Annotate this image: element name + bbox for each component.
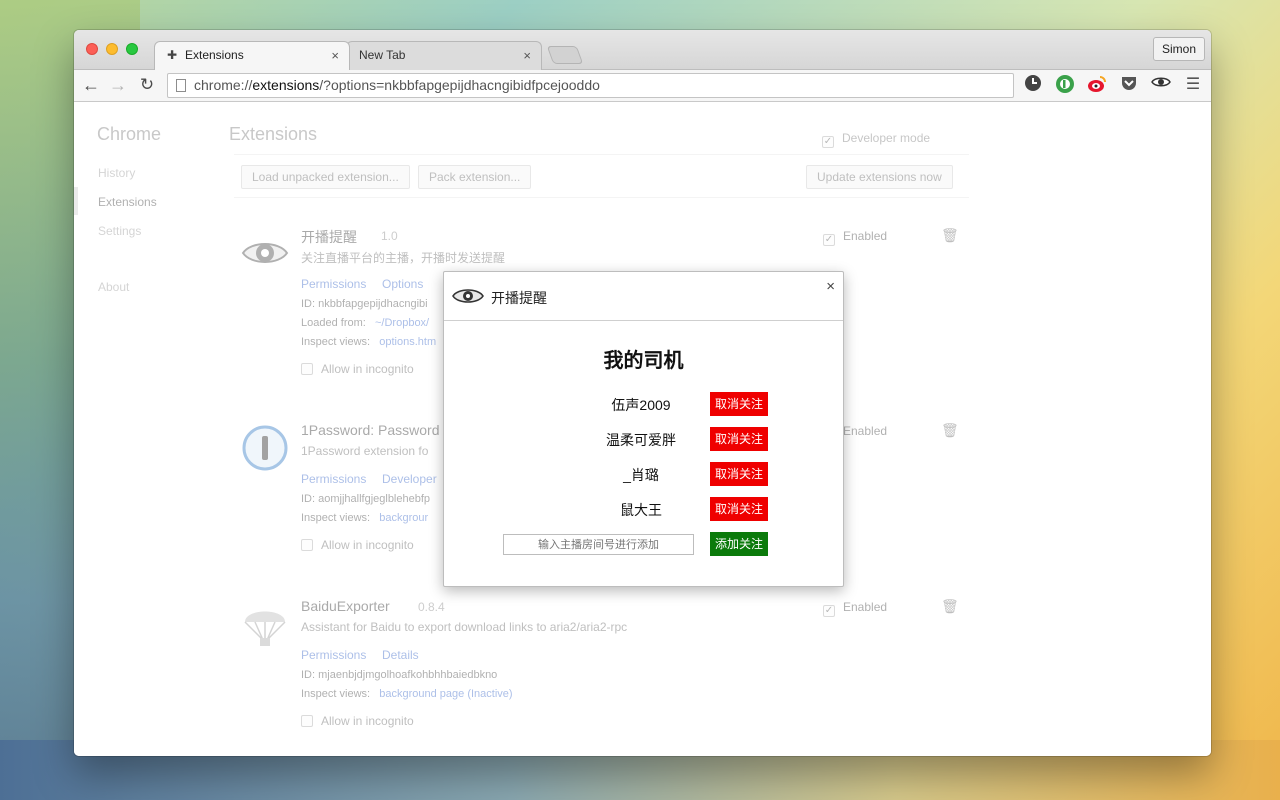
extension-version: 1.0 [381, 229, 398, 243]
tab-new-tab[interactable]: New Tab × [346, 41, 542, 70]
clock-icon[interactable] [1022, 74, 1044, 96]
dialog-heading: 我的司机 [603, 350, 684, 372]
profile-button[interactable]: Simon [1152, 37, 1205, 61]
load-unpacked-button[interactable]: Load unpacked extension... [241, 165, 410, 189]
trash-icon[interactable]: 🗑 [941, 422, 959, 439]
forward-arrow-icon[interactable]: → [107, 74, 129, 96]
parachute-icon [244, 611, 286, 646]
options-link[interactable]: Options [382, 277, 423, 291]
inspect-views: Inspect views: options.htm [301, 336, 437, 348]
eye-icon [241, 243, 289, 263]
back-arrow-icon[interactable]: ← [80, 74, 102, 96]
tab-close-button[interactable]: × [331, 42, 339, 69]
sidebar-item-about[interactable]: About [98, 280, 129, 294]
streamer-name: 伍声2009 [611, 397, 671, 413]
details-link[interactable]: Details [382, 648, 419, 662]
menu-icon[interactable]: ☰ [1182, 74, 1204, 96]
extension-id: ID: mjaenbjdjmgolhoafkohbhhbaiedbkno [301, 669, 498, 681]
allow-incognito-checkbox[interactable]: Allow in incognito [301, 538, 414, 552]
pack-extension-button[interactable]: Pack extension... [418, 165, 532, 189]
inspect-views: Inspect views: background page (Inactive… [301, 688, 513, 700]
tab-label: Extensions [185, 48, 244, 62]
close-icon[interactable]: × [826, 278, 835, 295]
divider [234, 154, 969, 155]
options-dialog: 开播提醒 × 我的司机 伍声2009 取消关注 温柔可爱胖 取消关注 _肖璐 取… [443, 271, 844, 587]
1password-icon [242, 425, 288, 471]
extension-id: ID: nkbbfapgepijdhacngibi [301, 298, 428, 310]
enabled-checkbox[interactable]: ✓Enabled [823, 600, 887, 617]
inspect-views: Inspect views: backgrour [301, 512, 429, 524]
new-tab-button[interactable] [546, 46, 584, 64]
puzzle-icon: ✚ [167, 48, 178, 62]
developer-link[interactable]: Developer [382, 472, 437, 486]
sidebar-item-extensions[interactable]: Extensions [98, 195, 157, 209]
unfollow-button[interactable]: 取消关注 [710, 392, 768, 416]
extension-id: ID: aomjjhallfgjeglblehebfp [301, 493, 431, 505]
extension-description: Assistant for Baidu to export download l… [301, 620, 628, 634]
unfollow-button[interactable]: 取消关注 [710, 497, 768, 521]
extension-name: BaiduExporter [301, 598, 390, 614]
unfollow-button[interactable]: 取消关注 [710, 427, 768, 451]
developer-mode-toggle[interactable]: ✓ Developer mode [822, 131, 930, 148]
trash-icon[interactable]: 🗑 [941, 598, 959, 615]
extension-name: 开播提醒 [301, 229, 357, 245]
weibo-icon[interactable] [1086, 74, 1108, 96]
url-text: chrome://extensions/?options=nkbbfapgepi… [194, 77, 600, 93]
tab-close-button[interactable]: × [523, 42, 531, 69]
dialog-title: 开播提醒 [491, 290, 547, 306]
permissions-link[interactable]: Permissions [301, 648, 366, 662]
extension-description: 1Password extension fo [301, 444, 429, 458]
unfollow-button[interactable]: 取消关注 [710, 462, 768, 486]
tab-extensions[interactable]: ✚ Extensions × [154, 41, 350, 70]
eye-icon [452, 289, 484, 303]
checkbox-checked[interactable]: ✓ [822, 136, 834, 148]
tab-strip: ✚ Extensions × New Tab × Simon [74, 30, 1211, 70]
permissions-link[interactable]: Permissions [301, 472, 366, 486]
zoom-window-button[interactable] [126, 43, 138, 55]
allow-incognito-checkbox[interactable]: Allow in incognito [301, 362, 414, 376]
divider [234, 197, 969, 198]
trash-icon[interactable]: 🗑 [941, 227, 959, 244]
reload-icon[interactable]: ↻ [136, 74, 158, 96]
close-window-button[interactable] [86, 43, 98, 55]
streamer-name: 鼠大王 [620, 502, 662, 518]
page-title: Extensions [229, 124, 318, 144]
room-number-input[interactable] [503, 534, 694, 555]
allow-incognito-checkbox[interactable]: Allow in incognito [301, 714, 414, 728]
update-extensions-button[interactable]: Update extensions now [806, 165, 953, 189]
permissions-link[interactable]: Permissions [301, 277, 366, 291]
pocket-icon[interactable] [1118, 74, 1140, 96]
sidebar-item-settings[interactable]: Settings [98, 224, 141, 238]
streamer-name: _肖璐 [623, 467, 659, 483]
enabled-checkbox[interactable]: ✓Enabled [823, 229, 887, 246]
extension-name: 1Password: Password [301, 422, 440, 438]
loaded-from: Loaded from: ~/Dropbox/ [301, 317, 430, 329]
extension-description: 关注直播平台的主播，开播时发送提醒 [301, 251, 506, 265]
page-icon [176, 79, 186, 92]
toolbar: ← → ↻ chrome://extensions/?options=nkbbf… [74, 70, 1211, 102]
sidebar-item-history[interactable]: History [98, 166, 135, 180]
green-d-icon[interactable] [1054, 74, 1076, 96]
follow-button[interactable]: 添加关注 [710, 532, 768, 556]
tab-label: New Tab [359, 48, 406, 62]
extension-version: 0.8.4 [418, 600, 445, 614]
sidebar-title: Chrome [97, 124, 162, 144]
sidebar-selection-indicator [74, 187, 78, 215]
minimize-window-button[interactable] [106, 43, 118, 55]
eye-icon[interactable] [1150, 74, 1172, 96]
dialog-header: 开播提醒 × [444, 272, 843, 321]
address-bar[interactable]: chrome://extensions/?options=nkbbfapgepi… [167, 73, 1014, 98]
streamer-name: 温柔可爱胖 [606, 432, 676, 448]
